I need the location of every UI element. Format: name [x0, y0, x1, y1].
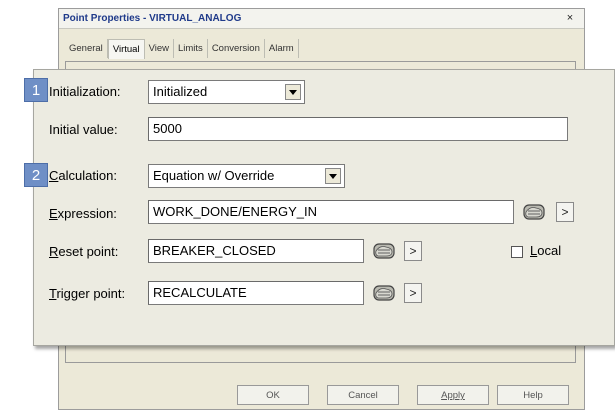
reset-point-input[interactable]: BREAKER_CLOSED: [148, 239, 364, 263]
dialog-buttons: OK Cancel Apply Help: [59, 385, 584, 405]
window-title: Point Properties - VIRTUAL_ANALOG: [63, 13, 242, 24]
cancel-button[interactable]: Cancel: [327, 385, 399, 405]
tab-strip: General Virtual View Limits Conversion A…: [65, 39, 299, 61]
calculation-label: Calculation:: [49, 168, 117, 183]
tab-limits[interactable]: Limits: [174, 39, 208, 58]
window-titlebar: Point Properties - VIRTUAL_ANALOG ×: [59, 9, 584, 29]
chevron-down-icon[interactable]: [325, 168, 341, 184]
chevron-down-icon[interactable]: [285, 84, 301, 100]
tab-conversion[interactable]: Conversion: [208, 39, 265, 58]
point-browser-icon[interactable]: [520, 200, 548, 224]
calculation-select[interactable]: Equation w/ Override: [148, 164, 345, 188]
tab-general[interactable]: General: [65, 39, 108, 58]
tab-view[interactable]: View: [145, 39, 174, 58]
step-badge-1: 1: [24, 78, 48, 102]
trigger-point-expand-button[interactable]: >: [404, 283, 422, 303]
tab-virtual[interactable]: Virtual: [107, 39, 145, 59]
trigger-point-input[interactable]: RECALCULATE: [148, 281, 364, 305]
initialization-label: Initialization:: [49, 84, 121, 99]
trigger-point-label: Trigger point:: [49, 286, 126, 301]
ok-button[interactable]: OK: [237, 385, 309, 405]
close-icon[interactable]: ×: [564, 13, 576, 25]
point-browser-icon[interactable]: [370, 281, 398, 305]
local-checkbox[interactable]: [511, 246, 523, 258]
tab-alarm[interactable]: Alarm: [265, 39, 299, 58]
help-button[interactable]: Help: [497, 385, 569, 405]
expression-input[interactable]: WORK_DONE/ENERGY_IN: [148, 200, 514, 224]
initial-value-input[interactable]: 5000: [148, 117, 568, 141]
point-browser-icon[interactable]: [370, 239, 398, 263]
apply-button[interactable]: Apply: [417, 385, 489, 405]
virtual-settings-panel: 1 Initialization: Initialized Initial va…: [24, 69, 615, 346]
initial-value-label: Initial value:: [49, 122, 118, 137]
initialization-value: Initialized: [153, 84, 208, 99]
initialization-select[interactable]: Initialized: [148, 80, 305, 104]
step-badge-2: 2: [24, 163, 48, 187]
local-label: Local: [530, 243, 562, 258]
reset-point-label: Reset point:: [49, 244, 119, 259]
expression-label: Expression:: [49, 206, 117, 221]
calculation-value: Equation w/ Override: [153, 168, 275, 183]
expression-expand-button[interactable]: >: [556, 202, 574, 222]
reset-point-expand-button[interactable]: >: [404, 241, 422, 261]
